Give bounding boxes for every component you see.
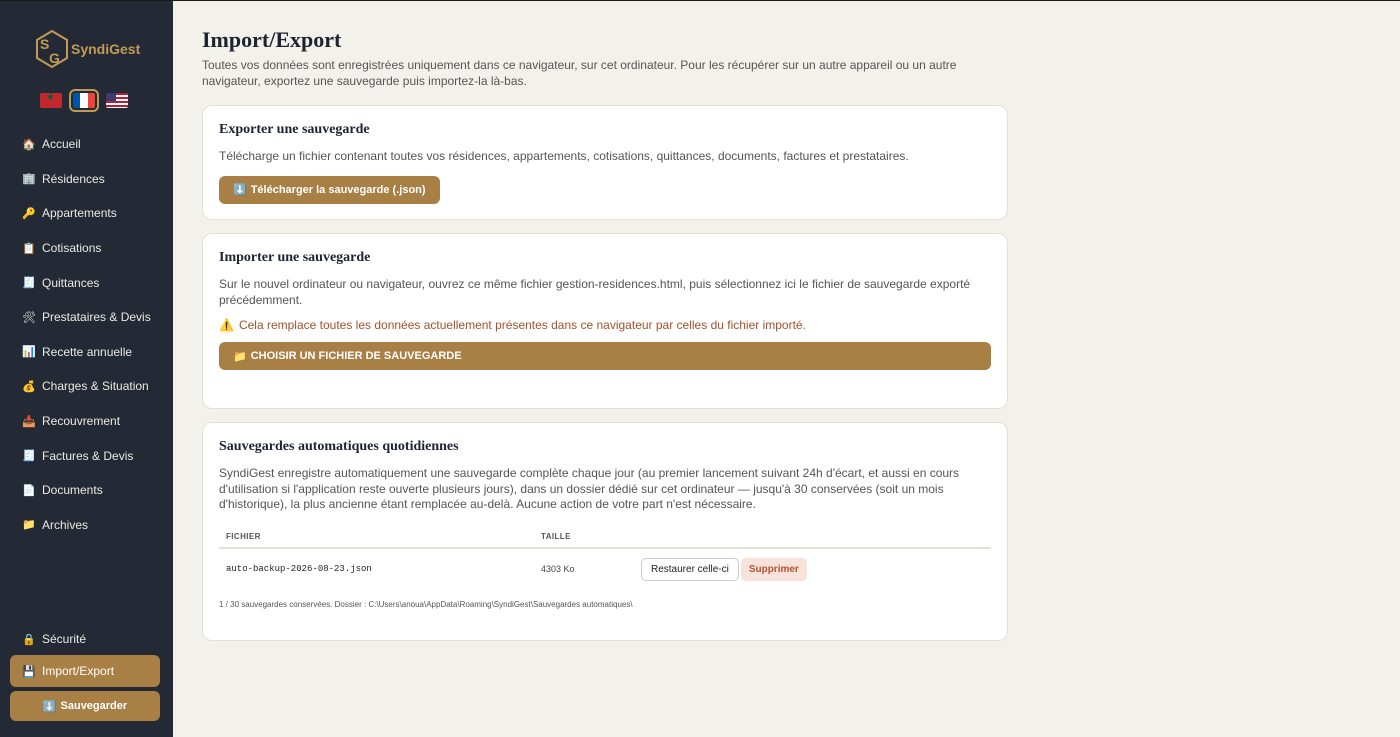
export-card: Exporter une sauvegarde Télécharge un fi…: [202, 105, 1008, 220]
key-icon: 🔑: [22, 207, 36, 220]
auto-backup-footnote: 1 / 30 sauvegardes conservées. Dossier :…: [219, 599, 633, 609]
france-flag-icon[interactable]: [69, 89, 99, 112]
page-title: Import/Export: [202, 27, 342, 52]
table-row: auto-backup-2026-08-23.json 4303 Ko Rest…: [219, 548, 991, 590]
export-card-text: Télécharge un fichier contenant toutes v…: [219, 149, 909, 163]
clipboard-icon: 📋: [22, 242, 36, 255]
home-icon: 🏠: [22, 138, 36, 151]
sidebar-item-label: Appartements: [42, 206, 117, 221]
receipt-icon: 🧾: [22, 277, 36, 290]
main-content: Import/Export Toutes vos données sont en…: [202, 27, 1008, 641]
sidebar-item-appartements[interactable]: 🔑 Appartements: [10, 196, 160, 231]
column-header-actions: [634, 525, 991, 549]
folder-icon: 📁: [233, 350, 247, 363]
import-warning-text: Cela remplace toutes les données actuell…: [238, 318, 806, 332]
svg-text:S: S: [40, 36, 49, 52]
app-logo[interactable]: S G SyndiGest: [35, 29, 140, 69]
sidebar-item-documents[interactable]: 📄 Documents: [10, 473, 160, 508]
restore-backup-button[interactable]: Restaurer celle-ci: [641, 557, 739, 581]
sidebar-bottom-nav: 🔒 Sécurité 💾 Import/Export: [10, 623, 160, 687]
bar-chart-icon: 📊: [22, 346, 36, 359]
money-bag-icon: 💰: [22, 380, 36, 393]
sidebar-item-charges[interactable]: 💰 Charges & Situation: [10, 369, 160, 404]
auto-backup-table: FICHIER TAILLE auto-backup-2026-08-23.js…: [219, 525, 991, 590]
sidebar-item-factures[interactable]: 🧾 Factures & Devis: [10, 438, 160, 473]
sidebar-item-cotisations[interactable]: 📋 Cotisations: [10, 231, 160, 266]
floppy-disk-icon: 💾: [22, 665, 36, 678]
sidebar-item-import-export[interactable]: 💾 Import/Export: [10, 655, 160, 687]
sidebar-item-label: Import/Export: [42, 664, 115, 678]
backup-actions: Restaurer celle-ci Supprimer: [634, 548, 991, 590]
auto-backup-card: Sauvegardes automatiques quotidiennes Sy…: [202, 422, 1008, 641]
column-header-file: FICHIER: [219, 525, 534, 549]
sidebar-item-label: Recette annuelle: [42, 344, 133, 359]
svg-text:G: G: [49, 50, 60, 66]
page-description: Toutes vos données sont enregistrées uni…: [202, 58, 957, 88]
import-card-title: Importer une sauvegarde: [219, 250, 371, 265]
sidebar-item-recette[interactable]: 📊 Recette annuelle: [10, 335, 160, 370]
tools-icon: 🛠: [22, 311, 36, 324]
choose-backup-file-label: Choisir un fichier de sauvegarde: [250, 350, 462, 362]
sidebar-item-label: Recouvrement: [42, 414, 121, 429]
receipt-icon: 🧾: [22, 450, 36, 463]
sidebar-item-label: Accueil: [42, 137, 81, 152]
auto-backup-title: Sauvegardes automatiques quotidiennes: [219, 439, 459, 454]
sidebar-item-label: Cotisations: [42, 241, 102, 256]
sidebar-item-archives[interactable]: 📁 Archives: [10, 508, 160, 543]
sidebar-item-securite[interactable]: 🔒 Sécurité: [10, 623, 160, 655]
sidebar-item-label: Résidences: [42, 171, 105, 186]
sidebar-item-label: Sécurité: [42, 632, 87, 646]
sidebar: S G SyndiGest 🏠 Accueil 🏢 Résidences 🔑 Appa…: [0, 1, 173, 737]
inbox-icon: 📥: [22, 415, 36, 428]
download-backup-button[interactable]: ⬇️ Télécharger la sauvegarde (.json): [219, 175, 440, 204]
folder-icon: 📁: [22, 519, 36, 532]
import-card-text: Sur le nouvel ordinateur ou navigateur, …: [219, 277, 971, 307]
sidebar-nav: 🏠 Accueil 🏢 Résidences 🔑 Appartements 📋 Coti…: [10, 127, 160, 542]
sidebar-item-label: Archives: [42, 517, 89, 532]
document-icon: 📄: [22, 484, 36, 497]
sidebar-item-residences[interactable]: 🏢 Résidences: [10, 162, 160, 197]
import-card: Importer une sauvegarde Sur le nouvel or…: [202, 233, 1008, 409]
import-warning: ⚠️ Cela remplace toutes les données actu…: [219, 318, 991, 332]
building-icon: 🏢: [22, 173, 36, 186]
sidebar-item-accueil[interactable]: 🏠 Accueil: [10, 127, 160, 162]
sidebar-item-label: Factures & Devis: [42, 448, 134, 463]
choose-backup-file-button[interactable]: 📁 Choisir un fichier de sauvegarde: [219, 342, 991, 370]
export-card-title: Exporter une sauvegarde: [219, 122, 370, 137]
language-switcher: [40, 89, 128, 112]
warning-icon: ⚠️: [219, 318, 234, 332]
backup-file-size: 4303 Ko: [541, 564, 575, 574]
sidebar-item-label: Charges & Situation: [42, 379, 149, 394]
table-header-row: FICHIER TAILLE: [219, 525, 991, 549]
download-icon: ⬇️: [233, 184, 247, 196]
delete-backup-button[interactable]: Supprimer: [740, 557, 807, 581]
sidebar-item-label: Quittances: [42, 275, 100, 290]
column-header-size: TAILLE: [534, 525, 634, 549]
download-backup-label: Télécharger la sauvegarde (.json): [250, 183, 426, 196]
auto-backup-text: SyndiGest enregistre automatiquement une…: [219, 466, 960, 511]
download-icon: ⬇️: [42, 700, 57, 713]
usa-flag-icon[interactable]: [106, 93, 128, 108]
sidebar-item-prestataires[interactable]: 🛠 Prestataires & Devis: [10, 300, 160, 335]
save-button-label: Sauvegarder: [60, 700, 128, 712]
app-name: SyndiGest: [71, 41, 141, 57]
sidebar-item-quittances[interactable]: 🧾 Quittances: [10, 265, 160, 300]
sidebar-item-label: Documents: [42, 483, 103, 498]
lock-icon: 🔒: [22, 633, 36, 646]
syndigest-logo-icon: S G: [36, 29, 68, 69]
sidebar-item-label: Prestataires & Devis: [42, 310, 151, 325]
backup-file-name: auto-backup-2026-08-23.json: [226, 564, 372, 574]
save-button[interactable]: ⬇️ Sauvegarder: [10, 691, 160, 721]
sidebar-item-recouvrement[interactable]: 📥 Recouvrement: [10, 404, 160, 439]
morocco-flag-icon[interactable]: [40, 93, 62, 108]
